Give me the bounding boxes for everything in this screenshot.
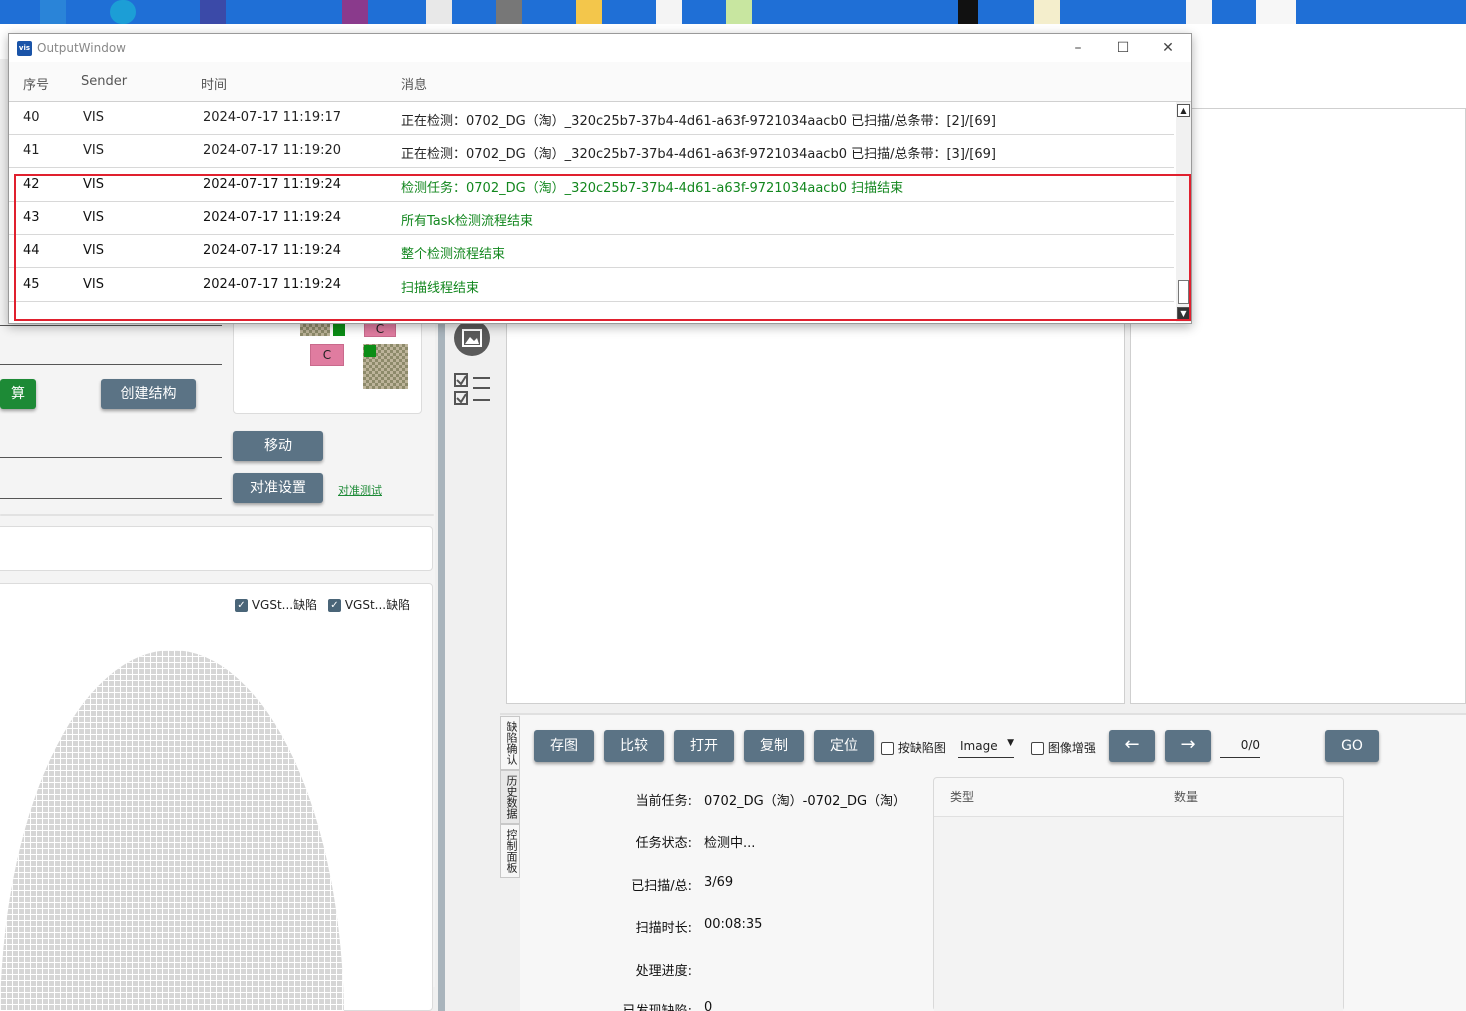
log-sender: VIS <box>83 143 104 158</box>
tab-history-data[interactable]: 历史数据 <box>500 770 520 824</box>
task-status-value: 检测中... <box>704 836 756 851</box>
input-underline <box>0 457 222 458</box>
output-window-titlebar[interactable]: vis OutputWindow – ☐ ✕ <box>9 34 1191 62</box>
page-input[interactable]: 0/0 <box>1220 734 1260 758</box>
document-icon[interactable] <box>1186 0 1212 24</box>
type-column-header[interactable]: 类型 <box>950 788 974 805</box>
progress-label: 处理进度: <box>635 964 692 979</box>
locate-button[interactable]: 定位 <box>814 730 874 762</box>
chevron-down-icon: ▼ <box>1007 738 1014 748</box>
desktop-taskbar <box>0 0 1466 24</box>
log-table-header: 序号 Sender 时间 消息 <box>9 62 1191 102</box>
checkbox-checked-icon[interactable]: ✓ <box>235 599 248 612</box>
alignment-mark-c: C <box>310 344 344 366</box>
image-file-icon[interactable] <box>496 0 522 24</box>
input-underline <box>0 364 222 365</box>
found-defects-label: 已发现缺陷: <box>612 1000 692 1011</box>
document-icon[interactable] <box>1034 0 1060 24</box>
current-task-label: 当前任务: <box>635 794 692 809</box>
alignment-mark-green <box>364 345 376 357</box>
edge-icon[interactable] <box>110 0 136 24</box>
alignment-mark-green <box>333 324 345 336</box>
copy-button[interactable]: 复制 <box>744 730 804 762</box>
panel-splitter[interactable] <box>438 300 445 1011</box>
window-title: OutputWindow <box>37 41 126 55</box>
save-image-button[interactable]: 存图 <box>534 730 594 762</box>
annotation-highlight-box <box>14 174 1191 321</box>
tab-defect-confirm[interactable]: 缺陷确认 <box>500 716 520 770</box>
maximize-icon[interactable]: ☐ <box>1108 37 1138 59</box>
desktop-app-icon[interactable] <box>958 0 978 24</box>
scroll-up-icon[interactable]: ▲ <box>1177 104 1190 117</box>
found-defects-value: 0 <box>704 1000 713 1011</box>
checklist-icon[interactable] <box>453 372 493 408</box>
log-time: 2024-07-17 11:19:20 <box>203 143 342 158</box>
align-test-link[interactable]: 对准测试 <box>338 482 382 498</box>
image-enhance-label: 图像增强 <box>1047 741 1096 755</box>
defect-stats-table: 类型 数量 <box>933 777 1344 1011</box>
log-message: 正在检测：0702_DG（淘）_320c25b7-37b4-4d61-a63f-… <box>401 147 996 162</box>
desktop-app-icon[interactable] <box>200 0 226 24</box>
prev-arrow-button[interactable]: ← <box>1109 730 1155 762</box>
by-defect-image-label: 按缺陷图 <box>897 741 946 755</box>
align-settings-button[interactable]: 对准设置 <box>233 473 323 503</box>
defect-filter-label: VGSt...缺陷 <box>251 598 318 612</box>
log-time: 2024-07-17 11:19:17 <box>203 110 342 125</box>
divider <box>0 514 434 516</box>
document-icon[interactable] <box>656 0 682 24</box>
move-button[interactable]: 移动 <box>233 431 323 461</box>
count-column-header[interactable]: 数量 <box>1174 788 1198 805</box>
scanned-total-label: 已扫描/总: <box>631 879 692 894</box>
open-button[interactable]: 打开 <box>674 730 734 762</box>
scan-duration-value: 00:08:35 <box>704 917 763 932</box>
log-message: 正在检测：0702_DG（淘）_320c25b7-37b4-4d61-a63f-… <box>401 114 996 129</box>
alignment-mark-pattern <box>300 324 330 336</box>
image-enhance-checkbox[interactable]: 图像增强 <box>1031 739 1096 756</box>
defect-filter[interactable]: ✓ VGSt...缺陷 <box>235 596 317 613</box>
log-row[interactable]: 41 VIS 2024-07-17 11:19:20 正在检测：0702_DG（… <box>9 135 1174 168</box>
defect-filter[interactable]: ✓ VGSt...缺陷 <box>328 596 410 613</box>
checkbox-unchecked-icon[interactable] <box>881 742 894 755</box>
defect-filter-label: VGSt...缺陷 <box>344 598 411 612</box>
tool-icon-column <box>445 300 500 1011</box>
checkbox-unchecked-icon[interactable] <box>1031 742 1044 755</box>
calculate-button[interactable]: 算 <box>0 379 36 409</box>
compare-button[interactable]: 比较 <box>604 730 664 762</box>
stats-table-body <box>934 816 1343 1011</box>
image-view-icon[interactable] <box>454 320 490 356</box>
notepadpp-icon[interactable] <box>726 0 752 24</box>
input-underline <box>0 325 222 326</box>
scan-duration-label: 扫描时长: <box>635 921 692 936</box>
log-no: 40 <box>23 110 40 125</box>
checkbox-checked-icon[interactable]: ✓ <box>328 599 341 612</box>
current-task-value: 0702_DG（淘）-0702_DG（淘） <box>704 794 907 809</box>
desktop-app-icon[interactable] <box>40 0 66 24</box>
close-icon[interactable]: ✕ <box>1153 37 1183 59</box>
document-icon[interactable] <box>426 0 452 24</box>
log-no: 41 <box>23 143 40 158</box>
input-underline <box>0 498 222 499</box>
next-arrow-button[interactable]: → <box>1165 730 1211 762</box>
tab-control-panel[interactable]: 控制面板 <box>500 824 520 878</box>
create-structure-button[interactable]: 创建结构 <box>101 379 196 409</box>
minimize-icon[interactable]: – <box>1063 37 1093 59</box>
go-button[interactable]: GO <box>1325 730 1379 762</box>
image-type-value: Image <box>960 739 998 753</box>
vis-logo-icon: vis <box>17 41 32 56</box>
image-type-select[interactable]: Image ▼ <box>958 736 1014 758</box>
by-defect-image-checkbox[interactable]: 按缺陷图 <box>881 739 946 756</box>
empty-info-box <box>0 526 433 571</box>
column-header-message[interactable]: 消息 <box>401 74 427 93</box>
column-header-sender[interactable]: Sender <box>81 74 127 89</box>
scanned-total-value: 3/69 <box>704 875 734 890</box>
task-status-label: 任务状态: <box>635 836 692 851</box>
folder-icon[interactable] <box>576 0 602 24</box>
log-row[interactable]: 40 VIS 2024-07-17 11:19:17 正在检测：0702_DG（… <box>9 102 1174 135</box>
column-header-no[interactable]: 序号 <box>23 74 49 93</box>
winrar-icon[interactable] <box>342 0 368 24</box>
image-view-panel[interactable] <box>506 300 1125 704</box>
image-file-icon[interactable] <box>1256 0 1296 24</box>
column-header-time[interactable]: 时间 <box>201 74 227 93</box>
log-sender: VIS <box>83 110 104 125</box>
